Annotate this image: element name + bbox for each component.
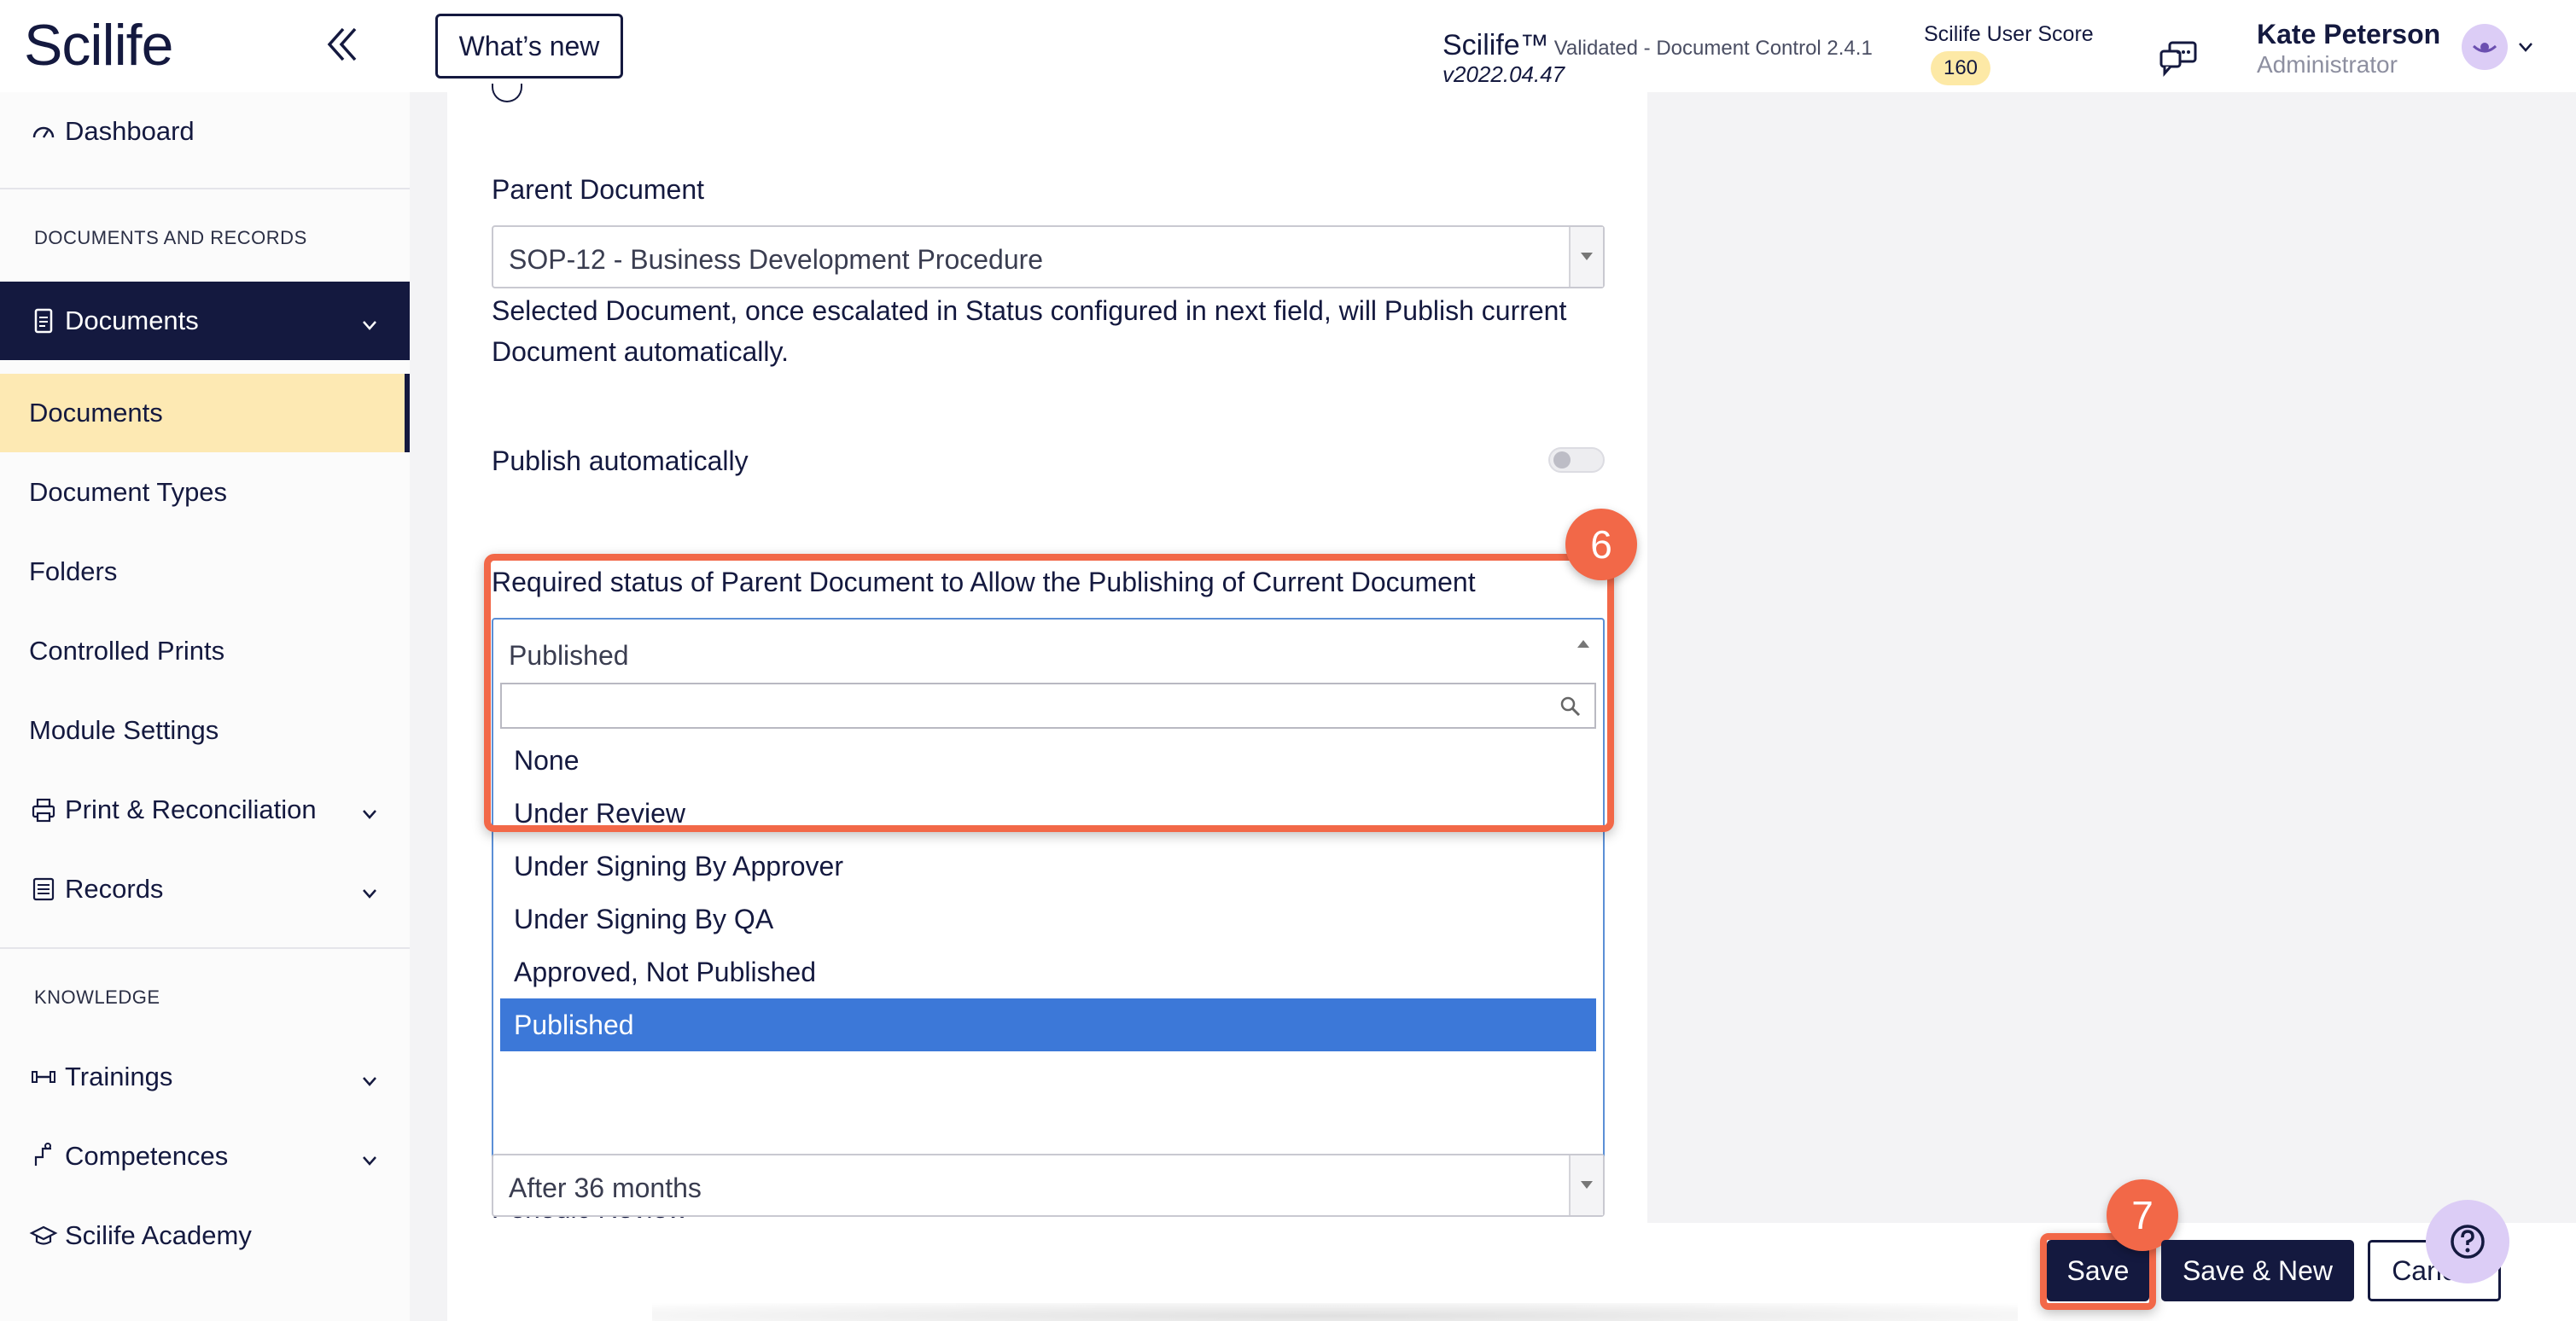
user-score-badge: 160 — [1931, 51, 1990, 85]
sidebar-item-label: Documents — [65, 306, 199, 335]
user-avatar[interactable] — [2462, 24, 2508, 70]
sidebar-divider — [0, 188, 410, 189]
dumbbell-icon — [29, 1062, 58, 1091]
document-icon — [29, 306, 58, 335]
sidebar-item-label: Documents — [29, 398, 163, 428]
sidebar-item-print-reconciliation[interactable]: Print & Reconciliation — [0, 771, 410, 849]
user-role: Administrator — [2257, 51, 2398, 78]
sidebar-item-label: Records — [65, 874, 164, 904]
sidebar-item-label: Scilife Academy — [65, 1220, 252, 1250]
help-button[interactable] — [2426, 1200, 2509, 1283]
product-tag: Validated - Document Control 2.4.1 — [1553, 37, 1873, 60]
sidebar-item-label: Trainings — [65, 1062, 173, 1091]
sidebar-divider — [0, 947, 410, 949]
sidebar-item-label: Module Settings — [29, 715, 219, 745]
dropdown-option[interactable]: Approved, Not Published — [500, 946, 1596, 998]
sidebar-item-trainings[interactable]: Trainings — [0, 1038, 410, 1116]
parent-document-select[interactable]: SOP-12 - Business Development Procedure — [492, 225, 1605, 288]
dropdown-option-selected[interactable]: Published — [500, 998, 1596, 1051]
scilife-logo[interactable]: Scilife — [24, 12, 173, 79]
user-name[interactable]: Kate Peterson — [2257, 19, 2440, 50]
sidebar-item-records[interactable]: Records — [0, 850, 410, 928]
sidebar-item-label: Folders — [29, 556, 118, 586]
sidebar-item-competences[interactable]: Competences — [0, 1117, 410, 1196]
sidebar-item-documents[interactable]: Documents — [0, 374, 410, 452]
select-arrow-box[interactable] — [1569, 227, 1603, 287]
parent-document-label: Parent Document — [492, 174, 705, 205]
publish-automatically-toggle[interactable] — [1548, 447, 1605, 473]
radio-button[interactable] — [492, 84, 522, 102]
toggle-knob — [1553, 451, 1571, 468]
printer-icon — [29, 795, 58, 824]
sidebar-item-label: Document Types — [29, 477, 228, 507]
whats-new-button[interactable]: What’s new — [435, 14, 623, 79]
sidebar-section-knowledge: KNOWLEDGE — [34, 986, 160, 1008]
dropdown-option[interactable]: Under Signing By QA — [500, 893, 1596, 946]
sidebar-item-module-settings[interactable]: Module Settings — [0, 691, 410, 770]
chevron-down-icon — [360, 311, 379, 330]
sidebar-item-documents-group[interactable]: Documents — [0, 282, 410, 360]
select-value: SOP-12 - Business Development Procedure — [509, 244, 1044, 275]
save-and-new-button[interactable]: Save & New — [2161, 1240, 2354, 1301]
help-icon — [2451, 1225, 2485, 1259]
user-score-label: Scilife User Score — [1924, 22, 2094, 46]
chevron-down-icon — [360, 1146, 379, 1166]
chevron-down-icon — [360, 879, 379, 899]
sidebar-item-folders[interactable]: Folders — [0, 532, 410, 611]
publish-automatically-label: Publish automatically — [492, 445, 749, 476]
product-version: v2022.04.47 — [1442, 61, 1565, 87]
sidebar-item-document-types[interactable]: Document Types — [0, 453, 410, 532]
sidebar-item-label: Print & Reconciliation — [65, 794, 317, 824]
select-value: After 36 months — [509, 1173, 702, 1203]
top-header: Scilife What’s new Scilife™ Validated - D… — [0, 0, 2576, 92]
chevron-down-icon[interactable] — [2516, 38, 2535, 56]
select-arrow-box[interactable] — [1569, 1155, 1603, 1215]
sidebar: Dashboard DOCUMENTS AND RECORDS Document… — [0, 92, 410, 1321]
caret-down-icon — [1581, 1181, 1593, 1189]
sidebar-section-documents: DOCUMENTS AND RECORDS — [34, 227, 307, 248]
document-form: Parent Document SOP-12 - Business Develo… — [447, 84, 1647, 1224]
footer-shadow — [652, 1303, 2018, 1321]
records-icon — [29, 875, 58, 904]
sidebar-item-academy[interactable]: Scilife Academy — [0, 1196, 410, 1275]
dropdown-option[interactable]: Under Signing By Approver — [500, 840, 1596, 893]
product-info: Scilife™ Validated - Document Control 2.4… — [1442, 29, 1873, 62]
sidebar-item-controlled-prints[interactable]: Controlled Prints — [0, 612, 410, 690]
sidebar-item-label: Competences — [65, 1141, 229, 1171]
chat-icon[interactable] — [2158, 39, 2199, 77]
chevron-down-icon — [360, 1067, 379, 1086]
step-6-badge: 6 — [1565, 509, 1637, 580]
collapse-sidebar-icon[interactable] — [321, 22, 365, 67]
chevron-down-icon — [360, 800, 379, 819]
caret-down-icon — [1581, 253, 1593, 260]
competences-icon — [29, 1142, 58, 1171]
parent-document-help: Selected Document, once escalated in Sta… — [492, 295, 1567, 367]
dashboard-icon — [29, 117, 58, 146]
sidebar-item-label: Controlled Prints — [29, 636, 225, 666]
graduation-cap-icon — [29, 1221, 58, 1250]
sidebar-item-dashboard[interactable]: Dashboard — [0, 92, 410, 171]
product-name: Scilife™ — [1442, 29, 1549, 61]
periodic-review-select[interactable]: After 36 months — [492, 1154, 1605, 1217]
sidebar-item-label: Dashboard — [65, 116, 195, 146]
step-6-highlight — [484, 554, 1614, 832]
